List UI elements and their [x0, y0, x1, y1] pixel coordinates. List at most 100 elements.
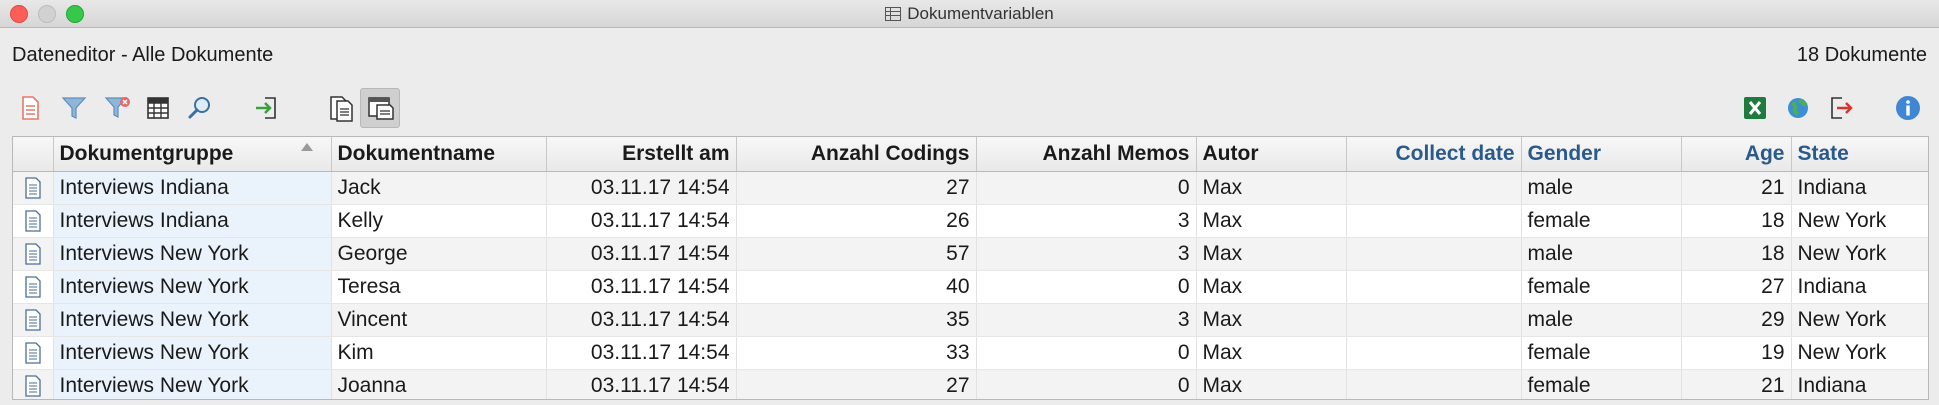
cell-age[interactable]: 18 [1681, 204, 1792, 238]
cell-gender[interactable]: male [1521, 237, 1682, 271]
cell-gender[interactable]: female [1521, 369, 1682, 399]
export-button[interactable] [1821, 88, 1861, 128]
cell-erstellt-am[interactable]: 03.11.17 14:54 [546, 303, 737, 337]
cell-anzahl-memos[interactable]: 0 [976, 171, 1197, 205]
cell-age[interactable]: 19 [1681, 336, 1792, 370]
cell-dokumentgruppe[interactable]: Interviews Indiana [53, 204, 332, 238]
cell-anzahl-codings[interactable]: 33 [736, 336, 977, 370]
column-header-anzahl-memos[interactable]: Anzahl Memos [976, 137, 1197, 172]
cell-dokumentname[interactable]: George [331, 237, 547, 271]
cell-age[interactable]: 27 [1681, 270, 1792, 304]
cell-gender[interactable]: female [1521, 204, 1682, 238]
cell-erstellt-am[interactable]: 03.11.17 14:54 [546, 171, 737, 205]
cell-anzahl-memos[interactable]: 0 [976, 270, 1197, 304]
cell-state[interactable]: New York [1791, 336, 1928, 370]
cell-dokumentgruppe[interactable]: Interviews New York [53, 270, 332, 304]
cell-dokumentname[interactable]: Kelly [331, 204, 547, 238]
cell-state[interactable]: Indiana [1791, 270, 1928, 304]
cell-anzahl-codings[interactable]: 40 [736, 270, 977, 304]
cell-autor[interactable]: Max [1196, 369, 1347, 399]
table-row[interactable]: Interviews New York Teresa 03.11.17 14:54 4… [13, 270, 1928, 304]
cell-anzahl-codings[interactable]: 35 [736, 303, 977, 337]
cell-anzahl-memos[interactable]: 0 [976, 369, 1197, 399]
cell-collect-date[interactable] [1346, 336, 1522, 370]
export-excel-button[interactable] [1735, 88, 1775, 128]
clear-filter-button[interactable] [98, 88, 138, 128]
cell-state[interactable]: New York [1791, 204, 1928, 238]
cell-anzahl-memos[interactable]: 3 [976, 303, 1197, 337]
cell-autor[interactable]: Max [1196, 204, 1347, 238]
cell-collect-date[interactable] [1346, 237, 1522, 271]
cell-gender[interactable]: male [1521, 171, 1682, 205]
column-header-icon[interactable] [13, 137, 54, 172]
table-row[interactable]: Interviews Indiana Jack 03.11.17 14:54 27 0 M… [13, 171, 1928, 205]
column-header-dokumentname[interactable]: Dokumentname [331, 137, 547, 172]
cell-anzahl-codings[interactable]: 57 [736, 237, 977, 271]
column-header-autor[interactable]: Autor [1196, 137, 1347, 172]
column-header-state[interactable]: State [1791, 137, 1928, 172]
column-header-collect-date[interactable]: Collect date [1346, 137, 1522, 172]
cell-erstellt-am[interactable]: 03.11.17 14:54 [546, 369, 737, 399]
cell-autor[interactable]: Max [1196, 237, 1347, 271]
table-row[interactable]: Interviews New York Kim 03.11.17 14:54 33 0 M… [13, 336, 1928, 370]
cell-anzahl-codings[interactable]: 26 [736, 204, 977, 238]
cell-erstellt-am[interactable]: 03.11.17 14:54 [546, 237, 737, 271]
cell-collect-date[interactable] [1346, 270, 1522, 304]
cell-dokumentname[interactable]: Jack [331, 171, 547, 205]
column-header-anzahl-codings[interactable]: Anzahl Codings [736, 137, 977, 172]
cell-anzahl-memos[interactable]: 0 [976, 336, 1197, 370]
cell-age[interactable]: 21 [1681, 369, 1792, 399]
cell-dokumentgruppe[interactable]: Interviews New York [53, 303, 332, 337]
cell-collect-date[interactable] [1346, 303, 1522, 337]
cell-autor[interactable]: Max [1196, 303, 1347, 337]
document-window-button[interactable] [360, 88, 400, 128]
column-header-gender[interactable]: Gender [1521, 137, 1682, 172]
column-header-dokumentgruppe[interactable]: Dokumentgruppe [53, 137, 332, 172]
cell-gender[interactable]: female [1521, 336, 1682, 370]
column-header-age[interactable]: Age [1681, 137, 1792, 172]
cell-autor[interactable]: Max [1196, 270, 1347, 304]
cell-dokumentname[interactable]: Joanna [331, 369, 547, 399]
cell-anzahl-memos[interactable]: 3 [976, 237, 1197, 271]
cell-collect-date[interactable] [1346, 369, 1522, 399]
table-row[interactable]: Interviews New York George 03.11.17 14:54 5… [13, 237, 1928, 271]
document-list-button[interactable] [320, 88, 360, 128]
cell-erstellt-am[interactable]: 03.11.17 14:54 [546, 270, 737, 304]
cell-dokumentgruppe[interactable]: Interviews New York [53, 369, 332, 399]
cell-gender[interactable]: male [1521, 303, 1682, 337]
filter-button[interactable] [54, 88, 94, 128]
cell-dokumentgruppe[interactable]: Interviews Indiana [53, 171, 332, 205]
web-export-button[interactable] [1778, 88, 1818, 128]
cell-dokumentname[interactable]: Vincent [331, 303, 547, 337]
info-button[interactable] [1888, 88, 1928, 128]
cell-collect-date[interactable] [1346, 204, 1522, 238]
cell-dokumentgruppe[interactable]: Interviews New York [53, 237, 332, 271]
table-row[interactable]: Interviews New York Joanna 03.11.17 14:54 2… [13, 369, 1928, 399]
table-row[interactable]: Interviews New York Vincent 03.11.17 14:54… [13, 303, 1928, 337]
cell-gender[interactable]: female [1521, 270, 1682, 304]
search-button[interactable] [180, 88, 220, 128]
cell-autor[interactable]: Max [1196, 171, 1347, 205]
table-view-button[interactable] [138, 88, 178, 128]
cell-state[interactable]: Indiana [1791, 369, 1928, 399]
cell-anzahl-codings[interactable]: 27 [736, 171, 977, 205]
cell-state[interactable]: Indiana [1791, 171, 1928, 205]
cell-dokumentname[interactable]: Kim [331, 336, 547, 370]
cell-anzahl-memos[interactable]: 3 [976, 204, 1197, 238]
cell-age[interactable]: 21 [1681, 171, 1792, 205]
cell-erstellt-am[interactable]: 03.11.17 14:54 [546, 336, 737, 370]
cell-age[interactable]: 18 [1681, 237, 1792, 271]
cell-anzahl-codings[interactable]: 27 [736, 369, 977, 399]
cell-age[interactable]: 29 [1681, 303, 1792, 337]
new-document-button[interactable] [10, 88, 50, 128]
cell-state[interactable]: New York [1791, 303, 1928, 337]
cell-autor[interactable]: Max [1196, 336, 1347, 370]
cell-erstellt-am[interactable]: 03.11.17 14:54 [546, 204, 737, 238]
cell-dokumentname[interactable]: Teresa [331, 270, 547, 304]
cell-dokumentgruppe[interactable]: Interviews New York [53, 336, 332, 370]
column-header-erstellt-am[interactable]: Erstellt am [546, 137, 737, 172]
cell-state[interactable]: New York [1791, 237, 1928, 271]
import-button[interactable] [246, 88, 286, 128]
table-row[interactable]: Interviews Indiana Kelly 03.11.17 14:54 26 3… [13, 204, 1928, 238]
cell-collect-date[interactable] [1346, 171, 1522, 205]
